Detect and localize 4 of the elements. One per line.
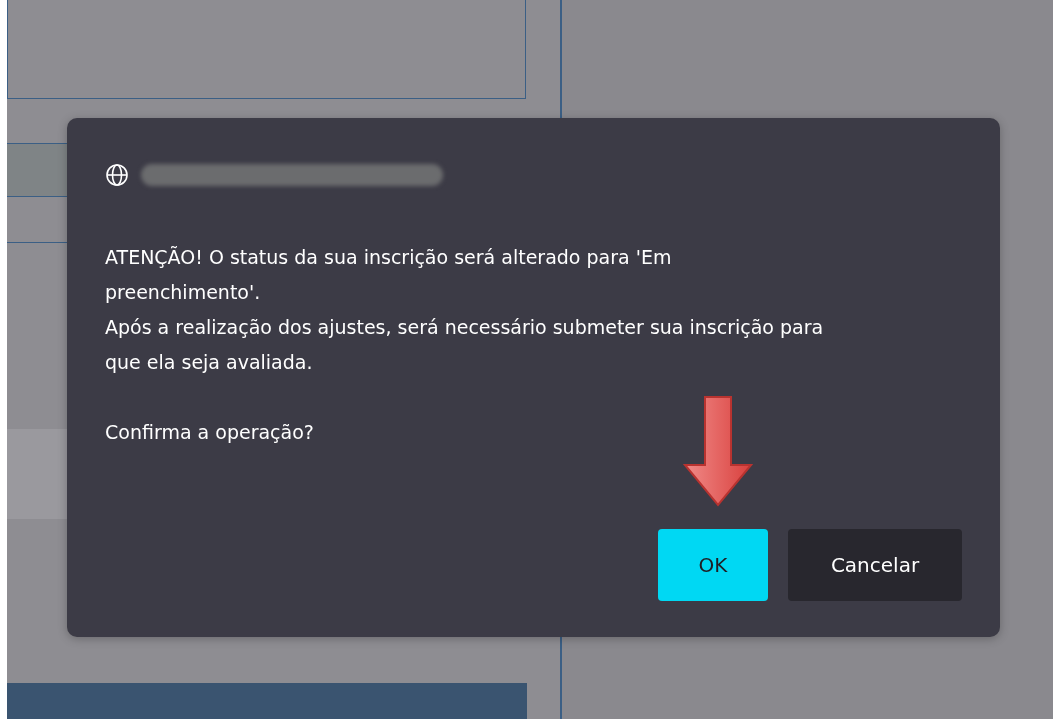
globe-icon	[105, 163, 129, 187]
ok-button[interactable]: OK	[658, 529, 768, 601]
cancel-button[interactable]: Cancelar	[788, 529, 962, 601]
dialog-message: ATENÇÃO! O status da sua inscrição será alterado para 'Em preenchimento'. Após a realização dos ajustes, será necessário submeter sua inscrição para que ela seja avaliada. Confirma a operação?	[105, 245, 825, 445]
